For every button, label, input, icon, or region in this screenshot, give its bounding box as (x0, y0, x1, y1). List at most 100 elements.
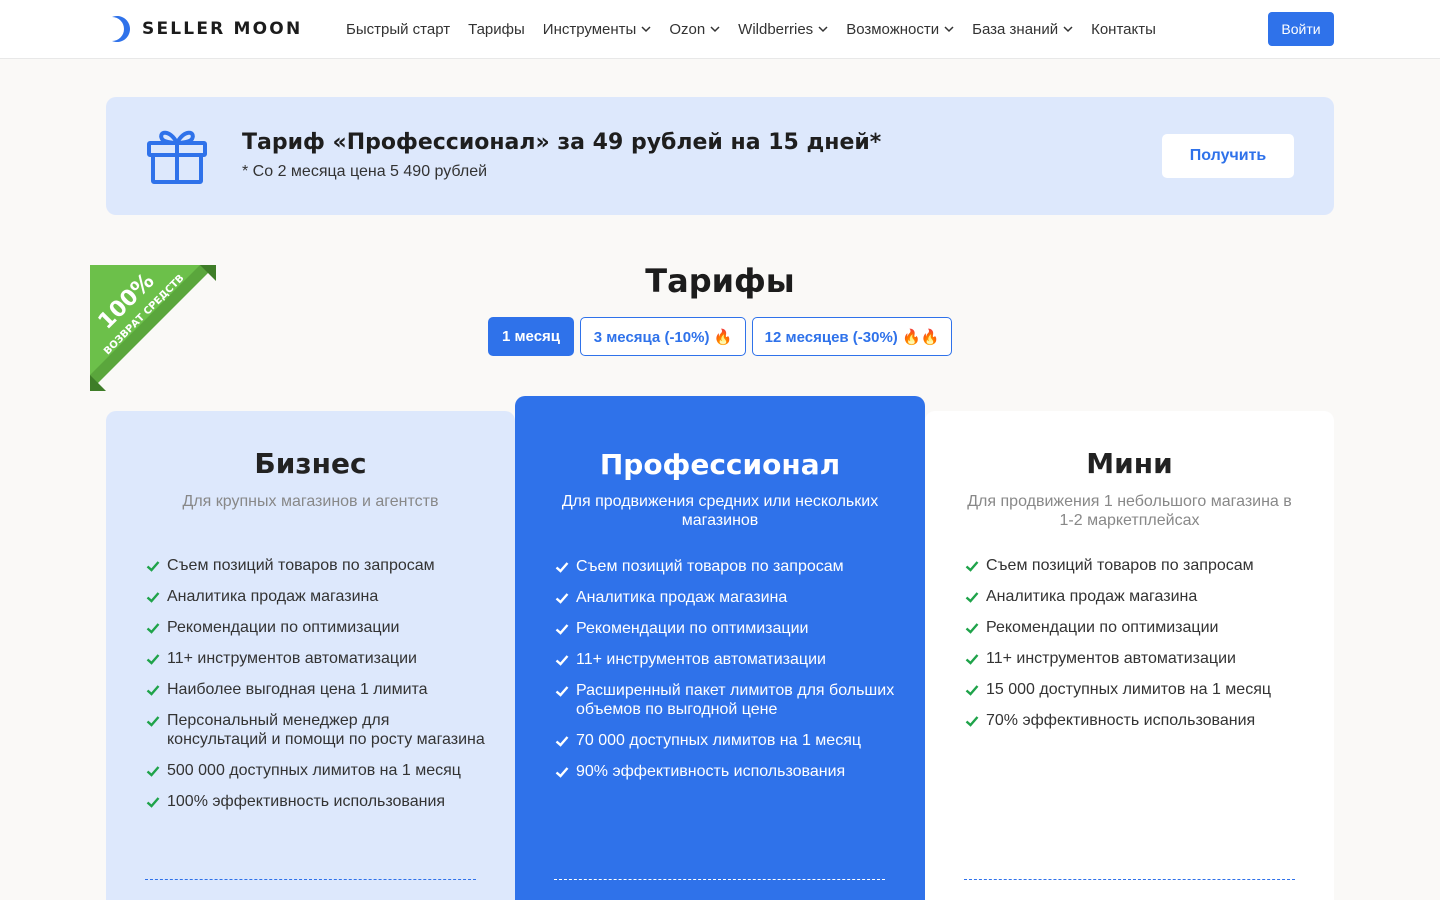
feature-text: Съем позиций товаров по запросам (167, 557, 435, 574)
nav-label: Wildberries (738, 20, 814, 38)
plan-description: Для продвижения 1 небольшого магазина в … (967, 493, 1292, 529)
nav-features[interactable]: Возможности (846, 21, 954, 38)
nav-label: Тарифы (468, 20, 525, 38)
feature-item: Рекомендации по оптимизации (555, 619, 895, 638)
feature-text: 70 000 доступных лимитов на 1 месяц (576, 732, 862, 749)
tariffs-title: Тарифы (645, 262, 795, 300)
plan-description: Для крупных магазинов и агентств (182, 493, 439, 510)
tab-3-months[interactable]: 3 месяца (-10%) 🔥 (580, 317, 746, 356)
feature-text: Рекомендации по оптимизации (167, 619, 400, 636)
feature-text: Рекомендации по оптимизации (986, 619, 1219, 636)
feature-text: Съем позиций товаров по запросам (986, 557, 1254, 574)
promo-get-button[interactable]: Получить (1162, 134, 1294, 178)
feature-item: Рекомендации по оптимизации (965, 618, 1305, 637)
feature-item: 11+ инструментов автоматизации (555, 650, 895, 669)
main-nav: Быстрый старт Тарифы Инструменты Ozon Wi… (346, 18, 1174, 40)
plan-title: Бизнес (254, 447, 367, 480)
feature-text: Расширенный пакет лимитов для больших об… (576, 682, 895, 718)
nav-contacts[interactable]: Контакты (1091, 21, 1156, 38)
check-icon (555, 686, 569, 697)
plan-features: Съем позиций товаров по запросам Аналити… (555, 557, 895, 793)
promo-subtitle: * Со 2 месяца цена 5 490 рублей (242, 163, 488, 180)
feature-item: 15 000 доступных лимитов на 1 месяц (965, 680, 1305, 699)
check-icon (965, 685, 979, 696)
nav-wildberries[interactable]: Wildberries (738, 21, 828, 38)
feature-text: 11+ инструментов автоматизации (986, 650, 1236, 667)
feature-item: Расширенный пакет лимитов для больших об… (555, 681, 895, 719)
plan-title: Профессионал (599, 448, 841, 481)
logo[interactable]: SELLER MOON (106, 14, 302, 44)
nav-label: Контакты (1091, 20, 1156, 38)
check-icon (555, 624, 569, 635)
nav-tariffs[interactable]: Тарифы (468, 21, 525, 38)
feature-text: Съем позиций товаров по запросам (576, 558, 844, 575)
plan-card-business: Бизнес Для крупных магазинов и агентств … (106, 411, 515, 900)
feature-text: 500 000 доступных лимитов на 1 месяц (167, 762, 461, 779)
check-icon (555, 736, 569, 747)
nav-label: Инструменты (542, 20, 637, 38)
feature-item: Съем позиций товаров по запросам (965, 556, 1305, 575)
feature-text: Аналитика продаж магазина (576, 589, 788, 606)
feature-text: Рекомендации по оптимизации (576, 620, 809, 637)
site-header: SELLER MOON Быстрый старт Тарифы Инструм… (0, 0, 1440, 59)
feature-text: 11+ инструментов автоматизации (167, 650, 417, 667)
tab-12-months[interactable]: 12 месяцев (-30%) 🔥🔥 (752, 317, 952, 356)
feature-item: Аналитика продаж магазина (146, 587, 486, 606)
login-button[interactable]: Войти (1268, 12, 1334, 46)
nav-label: Возможности (846, 20, 940, 38)
feature-item: 70% эффективность использования (965, 711, 1305, 730)
feature-item: 11+ инструментов автоматизации (146, 649, 486, 668)
plan-features: Съем позиций товаров по запросам Аналити… (965, 556, 1305, 742)
feature-text: Наиболее выгодная цена 1 лимита (167, 681, 428, 698)
nav-knowledge-base[interactable]: База знаний (972, 21, 1073, 38)
feature-text: 70% эффективность использования (986, 712, 1256, 729)
card-divider (554, 879, 885, 880)
feature-item: Наиболее выгодная цена 1 лимита (146, 680, 486, 699)
check-icon (146, 716, 160, 727)
plan-card-professional: Профессионал Для продвижения средних или… (515, 396, 925, 900)
feature-text: Персональный менеджер для консультаций и… (167, 712, 485, 748)
check-icon (965, 561, 979, 572)
moon-logo-icon (112, 16, 130, 42)
chevron-down-icon (1063, 26, 1073, 33)
chevron-down-icon (710, 26, 720, 33)
feature-text: 11+ инструментов автоматизации (576, 651, 826, 668)
chevron-down-icon (641, 26, 651, 33)
check-icon (146, 766, 160, 777)
plan-card-mini: Мини Для продвижения 1 небольшого магази… (925, 411, 1334, 900)
feature-item: 70 000 доступных лимитов на 1 месяц (555, 731, 895, 750)
nav-label: Быстрый старт (346, 20, 451, 38)
feature-text: 90% эффективность использования (576, 763, 846, 780)
period-tabs: 1 месяц 3 месяца (-10%) 🔥 12 месяцев (-3… (488, 317, 958, 356)
card-divider (145, 879, 476, 880)
check-icon (146, 561, 160, 572)
plan-title: Мини (1086, 447, 1173, 480)
feature-item: 90% эффективность использования (555, 762, 895, 781)
gift-icon (147, 130, 207, 184)
feature-item: Аналитика продаж магазина (965, 587, 1305, 606)
check-icon (965, 592, 979, 603)
feature-item: Съем позиций товаров по запросам (555, 557, 895, 576)
nav-tools[interactable]: Инструменты (543, 21, 652, 38)
check-icon (555, 767, 569, 778)
check-icon (146, 623, 160, 634)
feature-item: 500 000 доступных лимитов на 1 месяц (146, 761, 486, 780)
plan-features: Съем позиций товаров по запросам Аналити… (146, 556, 486, 823)
check-icon (555, 655, 569, 666)
promo-title: Тариф «Профессионал» за 49 рублей на 15 … (242, 130, 882, 155)
nav-ozon[interactable]: Ozon (669, 21, 720, 38)
tab-1-month[interactable]: 1 месяц (488, 317, 574, 356)
plan-description: Для продвижения средних или нескольких м… (561, 493, 879, 529)
check-icon (146, 685, 160, 696)
feature-item: Персональный менеджер для консультаций и… (146, 711, 486, 749)
nav-label: База знаний (972, 20, 1059, 38)
feature-item: 100% эффективность использования (146, 792, 486, 811)
check-icon (555, 562, 569, 573)
nav-quick-start[interactable]: Быстрый старт (346, 21, 450, 38)
chevron-down-icon (818, 26, 828, 33)
check-icon (965, 716, 979, 727)
promo-banner: Тариф «Профессионал» за 49 рублей на 15 … (106, 97, 1334, 215)
feature-text: Аналитика продаж магазина (986, 588, 1198, 605)
feature-item: Аналитика продаж магазина (555, 588, 895, 607)
feature-text: 100% эффективность использования (167, 793, 446, 810)
